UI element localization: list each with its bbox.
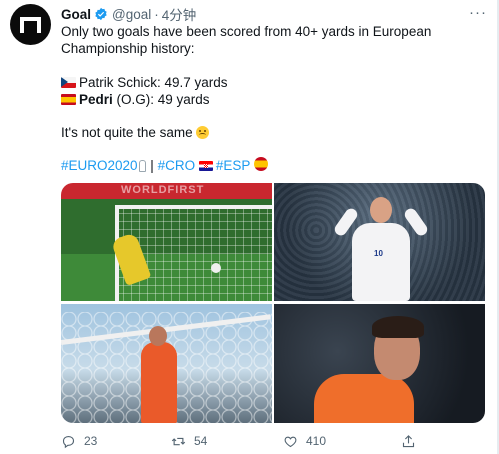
like-count: 410 (306, 434, 327, 448)
ball (211, 263, 221, 273)
player-head (370, 197, 392, 223)
goalkeeper-shirt (314, 374, 414, 423)
fact-pedri-text: (O.G): 49 yards (112, 92, 210, 107)
spain-flag-icon (61, 94, 76, 105)
closing-text: It's not quite the same (61, 125, 193, 140)
reply-count: 23 (84, 434, 98, 448)
fact-pedri: Pedri (O.G): 49 yards (61, 91, 210, 108)
more-options-icon[interactable]: ··· (469, 4, 487, 21)
tweet-text-line2: Championship history: (61, 41, 195, 56)
crossbar (115, 205, 272, 209)
tweet-actions: 23 54 410 (61, 433, 481, 449)
hashtag-euro2020[interactable]: #EURO2020 (61, 158, 138, 173)
goalkeeper-head (149, 326, 167, 346)
retweet-button[interactable]: 54 (171, 433, 207, 449)
hashtag-line: #EURO2020 | #CRO #ESP (61, 157, 271, 174)
author-handle[interactable]: @goal (112, 7, 151, 22)
tweet-header: Goal @goal · 4分钟 (61, 4, 197, 24)
fact-schick: Patrik Schick: 49.7 yards (61, 74, 228, 91)
tweet-timestamp[interactable]: 4分钟 (162, 4, 197, 24)
schick-celebration-photo[interactable]: 10 (274, 183, 485, 301)
like-button[interactable]: 410 (283, 433, 326, 449)
share-icon (402, 434, 415, 447)
dejected-keeper-photo[interactable] (274, 304, 485, 423)
reply-icon (62, 435, 75, 448)
hashtag-cro[interactable]: #CRO (158, 158, 196, 173)
fact-schick-text: Patrik Schick: 49.7 yards (79, 75, 228, 90)
avatar[interactable] (10, 4, 51, 45)
shirt-number: 10 (374, 249, 383, 258)
retweet-count: 54 (194, 434, 208, 448)
tweet-text-line1: Only two goals have been scored from 40+… (61, 24, 432, 39)
czech-flag-icon (61, 77, 76, 88)
retweet-icon (171, 437, 186, 445)
goalkeeper-hair (372, 316, 424, 338)
stadium-banner-text: WORLDFIRST (121, 184, 205, 196)
media-grid: WORLDFIRST 10 (61, 183, 485, 423)
croatia-flag-icon (198, 161, 213, 171)
author-name[interactable]: Goal (61, 7, 91, 22)
upside-down-face-emoji-icon (196, 126, 210, 139)
closing-line: It's not quite the same (61, 124, 210, 141)
trophy-icon (138, 160, 146, 172)
player-shirt (352, 223, 410, 301)
goal-logo-icon (20, 17, 41, 33)
fact-pedri-name: Pedri (79, 92, 113, 107)
keeper-watching-ball-photo[interactable] (61, 304, 272, 423)
heart-icon (284, 436, 297, 447)
header-separator: · (154, 6, 159, 22)
verified-badge-icon (95, 7, 107, 21)
hashtag-separator: | (146, 158, 158, 173)
tweet: Goal @goal · 4分钟 ··· Only two goals have… (0, 0, 499, 454)
goalkeeper (141, 342, 177, 423)
share-button[interactable] (401, 433, 424, 449)
spain-flag-round-icon (253, 157, 268, 171)
hashtag-esp[interactable]: #ESP (216, 158, 250, 173)
goalkeeper-diving-photo[interactable]: WORLDFIRST (61, 183, 272, 301)
reply-button[interactable]: 23 (61, 433, 97, 449)
